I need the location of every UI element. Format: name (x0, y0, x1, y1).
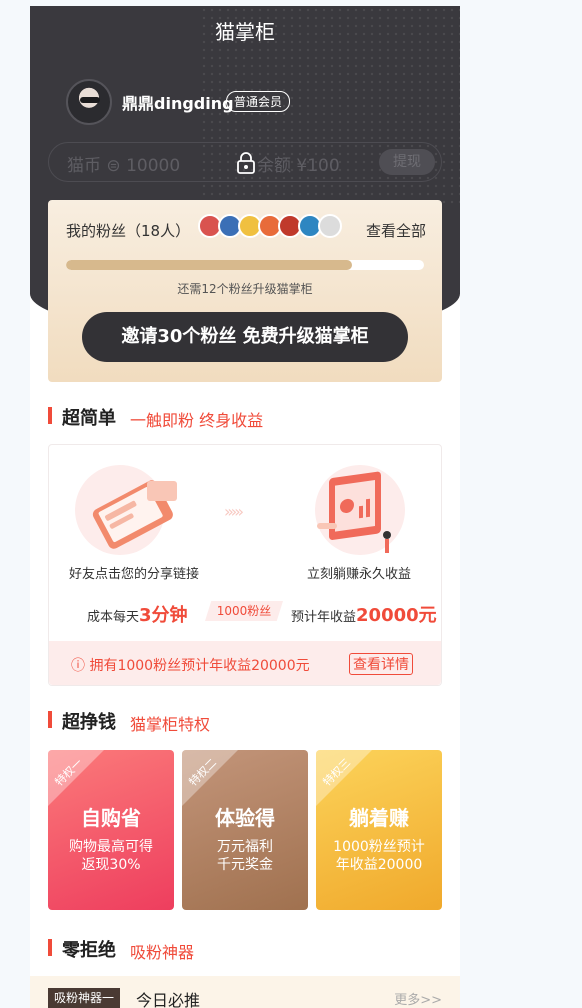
annual-income-prefix: 预计年收益 (291, 610, 357, 625)
privilege-desc-line: 购物最高可得 (69, 839, 153, 855)
upgrade-progress-hint: 还需12个粉丝升级猫掌柜 (177, 282, 313, 296)
cash-balance: 余额 ¥100 (257, 156, 340, 176)
section-subtitle: 猫掌柜特权 (130, 715, 211, 734)
wallet-bar: 猫币 ⊜ 10000 余额 ¥100 提现 (48, 142, 442, 182)
section-subtitle: 吸粉神器 (130, 943, 195, 962)
withdraw-button[interactable]: 提现 (379, 149, 435, 175)
coin-label: 猫币 (67, 156, 101, 176)
fans-1000-tag: 1000粉丝 (205, 601, 283, 621)
section-title: 超挣钱 (62, 712, 116, 733)
privilege-desc-line: 千元奖金 (217, 857, 273, 873)
privilege-desc-line: 1000粉丝预计 (333, 839, 425, 855)
fans-count-label: 我的粉丝（18人） (66, 222, 191, 240)
info-banner: ⓘ 拥有1000粉丝预计年收益20000元 查看详情 (49, 641, 441, 685)
more-link[interactable]: 更多>> (394, 989, 442, 1008)
upgrade-progress-bar (66, 260, 424, 270)
avatar[interactable] (66, 79, 112, 125)
daily-cost-value: 3分钟 (139, 605, 188, 626)
section-accent-bar (48, 939, 52, 956)
privilege-desc-line: 万元福利 (217, 839, 273, 855)
privilege-desc: 购物最高可得 返现30% (48, 838, 174, 874)
page-title: 猫掌柜 (215, 20, 275, 44)
cost-income-row: 成本每天3分钟 1000粉丝 预计年收益20000元 (49, 595, 443, 626)
today-recommend-bar: 吸粉神器一 今日必推 更多>> (30, 976, 460, 1008)
privilege-card-self-buy[interactable]: 特权一 自购省 购物最高可得 返现30% (48, 750, 174, 910)
steps-card: ››››› 好友点击您的分享链接 立刻躺赚永久收益 成本每天3分钟 1000粉丝… (48, 444, 442, 686)
app-screen: 猫掌柜 鼎鼎dingding 普通会员 猫币 ⊜ 10000 余额 ¥100 提… (30, 6, 460, 1008)
today-tag: 吸粉神器一 (48, 988, 121, 1008)
fans-card: 我的粉丝（18人） 查看全部 还需12个粉丝升级猫掌柜 邀请30个粉丝 免费升级… (48, 200, 442, 382)
privilege-card-experience[interactable]: 特权二 体验得 万元福利 千元奖金 (182, 750, 308, 910)
section-title: 零拒绝 (62, 940, 116, 961)
privilege-desc: 万元福利 千元奖金 (182, 838, 308, 874)
fan-avatar (318, 214, 342, 238)
arrow-right-icon: ››››› (224, 502, 244, 521)
member-badge: 普通会员 (226, 91, 291, 112)
section-subtitle: 一触即粉 终身收益 (130, 411, 264, 430)
annual-income-value: 20000元 (356, 605, 437, 626)
phone-share-illustration (92, 480, 177, 549)
section-title: 超简单 (62, 408, 116, 429)
privilege-desc: 1000粉丝预计 年收益20000 (316, 838, 442, 874)
income-chart-illustration (317, 471, 391, 553)
step-share-text: 好友点击您的分享链接 (69, 567, 200, 582)
step-earn-text: 立刻躺赚永久收益 (307, 567, 412, 582)
section-accent-bar (48, 711, 52, 728)
privilege-title: 自购省 (81, 806, 141, 830)
section-accent-bar (48, 407, 52, 424)
coin-balance: 猫币 ⊜ 10000 (67, 151, 180, 176)
privilege-title: 躺着赚 (349, 806, 409, 830)
coin-icon: ⊜ (106, 156, 121, 176)
privilege-title: 体验得 (215, 806, 275, 830)
lock-icon (237, 152, 255, 174)
daily-cost-prefix: 成本每天 (87, 610, 140, 625)
invite-fans-button[interactable]: 邀请30个粉丝 免费升级猫掌柜 (82, 312, 408, 362)
daily-cost: 成本每天3分钟 (87, 601, 188, 627)
privilege-desc-line: 返现30% (81, 857, 141, 873)
coin-value: 10000 (126, 156, 181, 176)
info-banner-text: ⓘ 拥有1000粉丝预计年收益20000元 (71, 658, 310, 674)
view-details-link[interactable]: 查看详情 (349, 653, 413, 675)
privilege-card-passive-income[interactable]: 特权三 躺着赚 1000粉丝预计 年收益20000 (316, 750, 442, 910)
privilege-desc-line: 年收益20000 (335, 857, 423, 873)
user-name: 鼎鼎dingding (122, 94, 234, 113)
see-all-fans-link[interactable]: 查看全部 (366, 220, 426, 241)
annual-income: 预计年收益20000元 (291, 601, 437, 627)
upgrade-progress-fill (66, 260, 353, 270)
today-title: 今日必推 (136, 991, 201, 1008)
